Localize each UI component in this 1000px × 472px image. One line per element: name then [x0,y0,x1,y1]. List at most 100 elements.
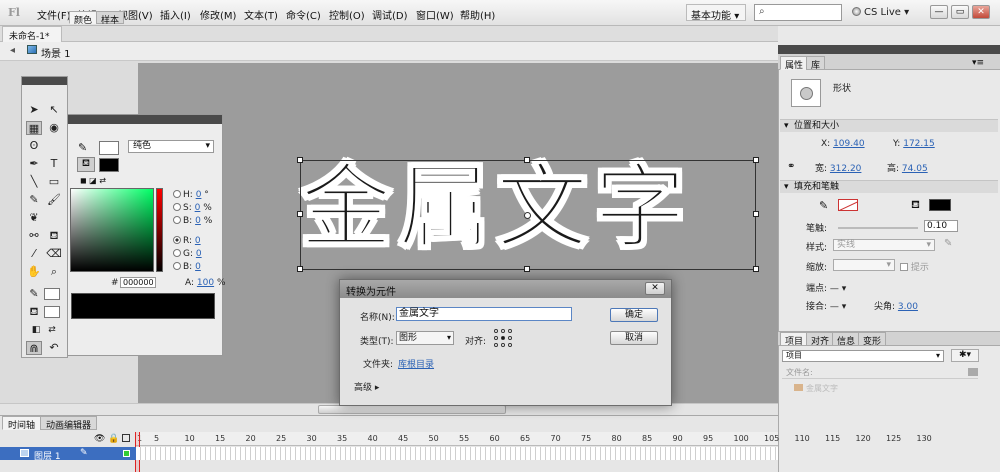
symbol-name-input[interactable]: 金属文字 [396,307,572,321]
fill-color-icon[interactable]: ⛾ [26,305,42,319]
color-type-select[interactable]: 纯色 ▾ [128,140,214,153]
free-transform-tool-icon[interactable]: ▦ [26,121,42,135]
red-radio[interactable] [173,236,181,244]
blue-value[interactable]: 0 [195,262,201,272]
bone-tool-icon[interactable]: ⚯ [26,229,42,243]
rectangle-tool-icon[interactable]: ▭ [46,175,62,189]
saturation-value[interactable]: 0 [195,203,201,213]
panel-menu-icon[interactable]: ▾≡ [972,58,984,68]
red-value[interactable]: 0 [195,236,201,246]
brush-tool-icon[interactable]: 🖌 [46,193,62,207]
snap-to-objects-icon[interactable]: ⋒ [26,341,42,355]
stroke-color-swatch[interactable] [99,141,119,155]
fill-color-swatch[interactable] [44,306,60,318]
tab-color[interactable]: 颜色 [69,11,98,26]
transform-handle[interactable] [524,266,530,272]
section-fill-stroke[interactable]: ▾ 填充和笔触 [780,180,998,193]
menu-modify[interactable]: 修改(M) [200,7,236,22]
tab-library[interactable]: 库 [806,56,826,71]
menu-window[interactable]: 窗口(W) [416,7,454,22]
scene-label[interactable]: 场景 1 [41,45,71,60]
link-icon[interactable]: ⚭ [787,161,795,172]
maximize-button[interactable]: ▭ [951,5,969,19]
tab-info[interactable]: 信息 [832,332,861,347]
menu-text[interactable]: 文本(T) [244,7,278,22]
3d-rotation-tool-icon[interactable]: ◉ [46,121,62,135]
menu-file[interactable]: 文件(F) [37,7,71,22]
close-icon[interactable]: ✕ [645,282,665,295]
fill-color-swatch[interactable] [929,199,951,211]
panel-grip[interactable] [22,77,67,85]
green-radio[interactable] [173,249,181,257]
fill-color-swatch[interactable] [99,158,119,172]
stroke-width-slider[interactable] [838,227,918,229]
selection-tool-icon[interactable]: ➤ [26,103,42,117]
advanced-toggle[interactable]: 高级 ▸ [354,380,379,393]
scrollbar-thumb[interactable] [318,405,506,414]
outline-icon[interactable] [122,434,130,442]
transform-handle[interactable] [297,266,303,272]
folder-icon[interactable] [968,368,978,376]
join-select[interactable]: — ▾ [830,302,846,312]
hue-value[interactable]: 0 [196,190,202,200]
pen-tool-icon[interactable]: ✒ [26,157,42,171]
stroke-color-swatch[interactable] [44,288,60,300]
pencil-tool-icon[interactable]: ✎ [26,193,42,207]
x-value[interactable]: 109.40 [833,139,865,149]
eyedropper-tool-icon[interactable]: ⁄ [26,247,42,261]
tab-timeline[interactable]: 时间轴 [2,416,42,431]
transform-handle[interactable] [297,211,303,217]
close-window-button[interactable]: ✕ [972,5,990,19]
stroke-style-select[interactable]: 实线 ▾ [833,239,935,251]
transform-handle[interactable] [524,157,530,163]
text-tool-icon[interactable]: T [46,157,62,171]
section-position-size[interactable]: ▾ 位置和大小 [780,119,998,132]
tab-swatches[interactable]: 样本 [96,11,125,26]
workspace-switcher[interactable]: 基本功能 ▾ [686,4,746,22]
hand-tool-icon[interactable]: ✋ [26,265,42,279]
scale-select[interactable]: ▾ [833,259,895,271]
eraser-tool-icon[interactable]: ⌫ [46,247,62,261]
miter-value[interactable]: 3.00 [898,302,918,312]
symbol-type-select[interactable]: 图形 ▾ [396,331,454,345]
library-select[interactable]: 项目 ▾ [782,350,944,362]
tab-items[interactable]: 项目 [780,332,809,347]
library-item[interactable]: 金属文字 [794,383,838,394]
green-value[interactable]: 0 [196,249,202,259]
cs-live-button[interactable]: CS Live ▾ [852,7,909,18]
menu-debug[interactable]: 调试(D) [372,7,408,22]
minimize-button[interactable]: — [930,5,948,19]
subselection-tool-icon[interactable]: ↖ [46,103,62,117]
brightness-slider[interactable] [156,188,163,272]
search-input[interactable]: ⌕ [754,4,842,21]
tab-properties[interactable]: 属性 [780,56,809,71]
folder-link[interactable]: 库根目录 [398,357,434,370]
lock-icon[interactable]: 🔒 [108,434,119,444]
brightness-radio[interactable] [173,216,181,224]
alpha-value[interactable]: 100 [197,278,214,288]
document-tab[interactable]: 未命名-1* [2,26,62,42]
fill-bucket-icon[interactable]: ⛾ [77,157,95,172]
menu-help[interactable]: 帮助(H) [460,7,495,22]
color-spectrum[interactable] [70,188,154,272]
eye-icon[interactable]: 👁 [94,434,105,444]
line-tool-icon[interactable]: ╲ [26,175,42,189]
height-value[interactable]: 74.05 [902,164,928,174]
y-value[interactable]: 172.15 [903,139,935,149]
hex-input[interactable]: 000000 [120,277,156,288]
black-white-icon[interactable]: ◧ [28,323,44,337]
gear-icon[interactable]: ✱▾ [951,349,979,362]
edit-stroke-icon[interactable]: ✎ [944,238,952,249]
stroke-color-swatch[interactable] [838,199,858,211]
menu-control[interactable]: 控制(O) [329,7,365,22]
stroke-color-icon[interactable]: ✎ [26,287,42,301]
transform-center-point[interactable] [524,212,531,219]
stroke-pencil-icon[interactable]: ✎ [78,141,87,154]
blue-radio[interactable] [173,262,181,270]
menu-insert[interactable]: 插入(I) [160,7,191,22]
cap-select[interactable]: — ▾ [830,284,846,294]
width-value[interactable]: 312.20 [830,164,862,174]
hue-radio[interactable] [173,190,181,198]
menu-commands[interactable]: 命令(C) [286,7,321,22]
transform-handle[interactable] [753,211,759,217]
